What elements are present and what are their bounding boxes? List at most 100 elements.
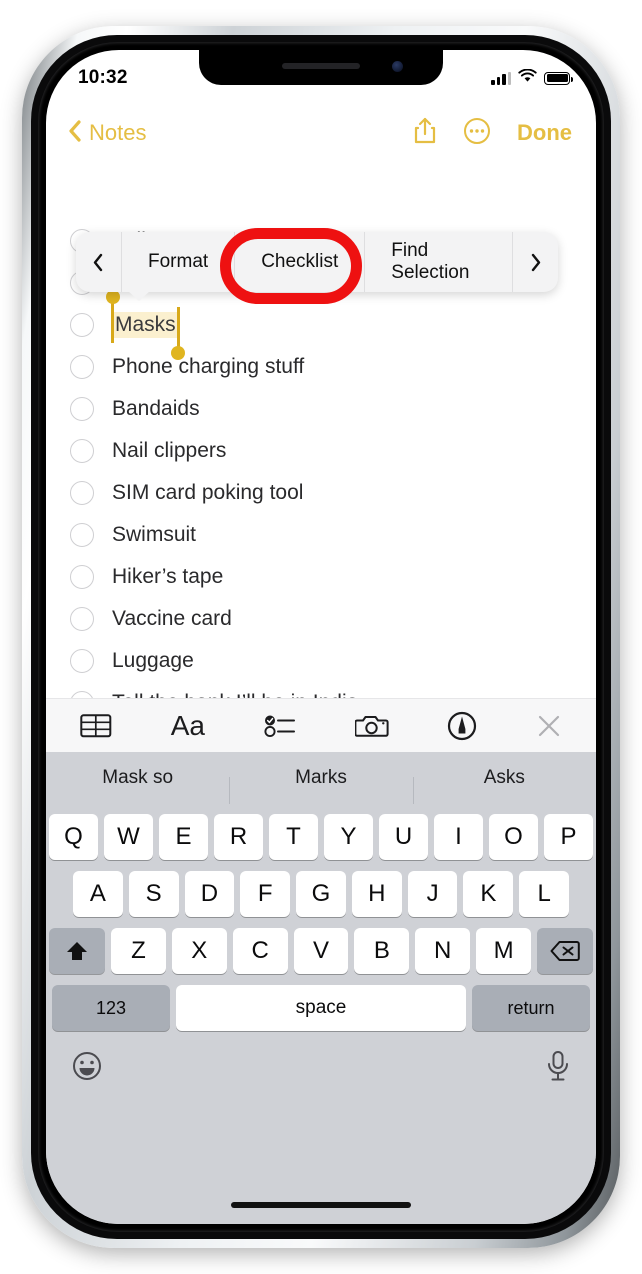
checklist-item-label: Vaccine card bbox=[112, 607, 232, 630]
checklist-icon[interactable] bbox=[264, 713, 296, 739]
key-q[interactable]: Q bbox=[49, 814, 98, 860]
edit-menu-item-checklist[interactable]: Checklist bbox=[235, 232, 366, 292]
keyboard-row-3: Z X C V B N M bbox=[49, 928, 594, 974]
return-key[interactable]: return bbox=[472, 985, 590, 1031]
checklist-item-label: SIM card poking tool bbox=[112, 481, 304, 504]
table-icon[interactable] bbox=[80, 713, 112, 739]
checklist-item-label: Luggage bbox=[112, 649, 194, 672]
key-b[interactable]: B bbox=[354, 928, 410, 974]
emoji-smiley-icon[interactable] bbox=[71, 1050, 103, 1087]
checklist-item[interactable]: Nail clippers bbox=[70, 430, 572, 472]
key-f[interactable]: F bbox=[240, 871, 291, 917]
checklist-item[interactable]: Luggage bbox=[70, 640, 572, 682]
checkbox-circle-icon[interactable] bbox=[70, 649, 94, 673]
key-l[interactable]: L bbox=[519, 871, 570, 917]
key-e[interactable]: E bbox=[159, 814, 208, 860]
edit-menu-next-button[interactable] bbox=[512, 232, 558, 292]
prediction-suggestion[interactable]: Mask so bbox=[46, 767, 229, 789]
selection-handle-start[interactable] bbox=[105, 290, 120, 343]
chevron-left-icon bbox=[68, 119, 82, 148]
edit-menu-item-find-selection[interactable]: Find Selection bbox=[365, 232, 512, 292]
keyboard-bottom-row bbox=[49, 1037, 593, 1093]
microphone-icon[interactable] bbox=[545, 1050, 571, 1087]
phone-screen: 10:32 Notes Done Masks Phone charging st… bbox=[46, 50, 596, 1224]
done-button[interactable]: Done bbox=[517, 120, 572, 146]
checkbox-circle-icon[interactable] bbox=[70, 523, 94, 547]
key-r[interactable]: R bbox=[214, 814, 263, 860]
earpiece-speaker bbox=[282, 63, 360, 69]
backspace-key[interactable] bbox=[537, 928, 594, 974]
text-edit-menu[interactable]: Format Checklist Find Selection bbox=[76, 232, 558, 301]
key-s[interactable]: S bbox=[128, 871, 179, 917]
numbers-key[interactable]: 123 bbox=[52, 985, 170, 1031]
key-p[interactable]: P bbox=[544, 814, 593, 860]
notch bbox=[199, 50, 443, 85]
checklist-item[interactable]: Hiker’s tape bbox=[70, 556, 572, 598]
checklist-item[interactable]: Phone charging stuff bbox=[70, 346, 572, 388]
checkbox-circle-icon[interactable] bbox=[70, 313, 94, 337]
key-o[interactable]: O bbox=[489, 814, 538, 860]
key-m[interactable]: M bbox=[476, 928, 532, 974]
close-x-icon[interactable] bbox=[536, 713, 562, 739]
share-icon[interactable] bbox=[413, 117, 437, 150]
key-k[interactable]: K bbox=[463, 871, 514, 917]
onscreen-keyboard: Q W E R T Y U I O P A S D F G H J K L Z … bbox=[46, 804, 596, 1224]
predictive-text-bar: Mask so Marks Asks bbox=[46, 752, 596, 805]
key-z[interactable]: Z bbox=[111, 928, 166, 974]
checkbox-circle-icon[interactable] bbox=[70, 439, 94, 463]
key-x[interactable]: X bbox=[171, 928, 227, 974]
checklist-item-label: Hiker’s tape bbox=[112, 565, 224, 588]
checklist-item[interactable]: Bandaids bbox=[70, 388, 572, 430]
key-i[interactable]: I bbox=[434, 814, 483, 860]
key-a[interactable]: A bbox=[72, 871, 123, 917]
text-format-aa-icon[interactable]: Aa bbox=[171, 710, 205, 742]
key-c[interactable]: C bbox=[232, 928, 288, 974]
checkbox-circle-icon[interactable] bbox=[70, 355, 94, 379]
checklist-item[interactable]: Masks bbox=[70, 290, 572, 360]
selection-handle-end[interactable] bbox=[171, 307, 186, 360]
edit-menu-prev-button[interactable] bbox=[76, 232, 122, 292]
checkbox-circle-icon[interactable] bbox=[70, 481, 94, 505]
key-n[interactable]: N bbox=[415, 928, 471, 974]
ellipsis-circle-icon[interactable] bbox=[463, 117, 491, 150]
checkbox-circle-icon[interactable] bbox=[70, 607, 94, 631]
key-j[interactable]: J bbox=[407, 871, 458, 917]
key-g[interactable]: G bbox=[296, 871, 346, 917]
camera-icon[interactable] bbox=[354, 713, 389, 739]
prediction-suggestion[interactable]: Asks bbox=[412, 767, 596, 805]
checkbox-circle-icon[interactable] bbox=[70, 565, 94, 589]
prediction-suggestion[interactable]: Marks bbox=[229, 767, 412, 805]
key-t[interactable]: T bbox=[269, 814, 318, 860]
key-d[interactable]: D bbox=[184, 871, 235, 917]
battery-icon bbox=[544, 71, 573, 85]
checklist-item-label: Phone charging stuff bbox=[112, 355, 305, 378]
back-to-notes-button[interactable]: Notes bbox=[68, 119, 146, 148]
checklist-item[interactable]: Vaccine card bbox=[70, 598, 572, 640]
wifi-icon bbox=[518, 68, 537, 88]
checklist-item-label: Swimsuit bbox=[112, 523, 197, 546]
checklist-item[interactable]: SIM card poking tool bbox=[70, 472, 572, 514]
key-w[interactable]: W bbox=[104, 814, 153, 860]
cellular-signal-icon bbox=[491, 71, 511, 85]
selected-text: Masks bbox=[115, 313, 176, 336]
key-y[interactable]: Y bbox=[324, 814, 373, 860]
shift-key[interactable] bbox=[49, 928, 105, 974]
key-h[interactable]: H bbox=[351, 871, 402, 917]
space-key[interactable]: space bbox=[176, 985, 466, 1031]
key-v[interactable]: V bbox=[293, 928, 349, 974]
checklist-item-label: Bandaids bbox=[112, 397, 200, 420]
navigation-bar: Notes Done bbox=[46, 106, 596, 160]
markup-pen-icon[interactable] bbox=[447, 711, 477, 741]
checklist-item[interactable]: Swimsuit bbox=[70, 514, 572, 556]
nav-actions: Done bbox=[413, 117, 572, 150]
home-indicator[interactable] bbox=[231, 1202, 411, 1208]
front-camera bbox=[392, 61, 403, 72]
keyboard-row-1: Q W E R T Y U I O P bbox=[49, 814, 593, 860]
checklist-item-label: Nail clippers bbox=[112, 439, 227, 462]
keyboard-row-4: 123 space return bbox=[49, 985, 593, 1031]
status-indicators bbox=[491, 68, 573, 88]
edit-menu-item-format[interactable]: Format bbox=[122, 232, 236, 292]
checkbox-circle-icon[interactable] bbox=[70, 397, 94, 421]
key-u[interactable]: U bbox=[379, 814, 428, 860]
status-time: 10:32 bbox=[78, 67, 128, 88]
